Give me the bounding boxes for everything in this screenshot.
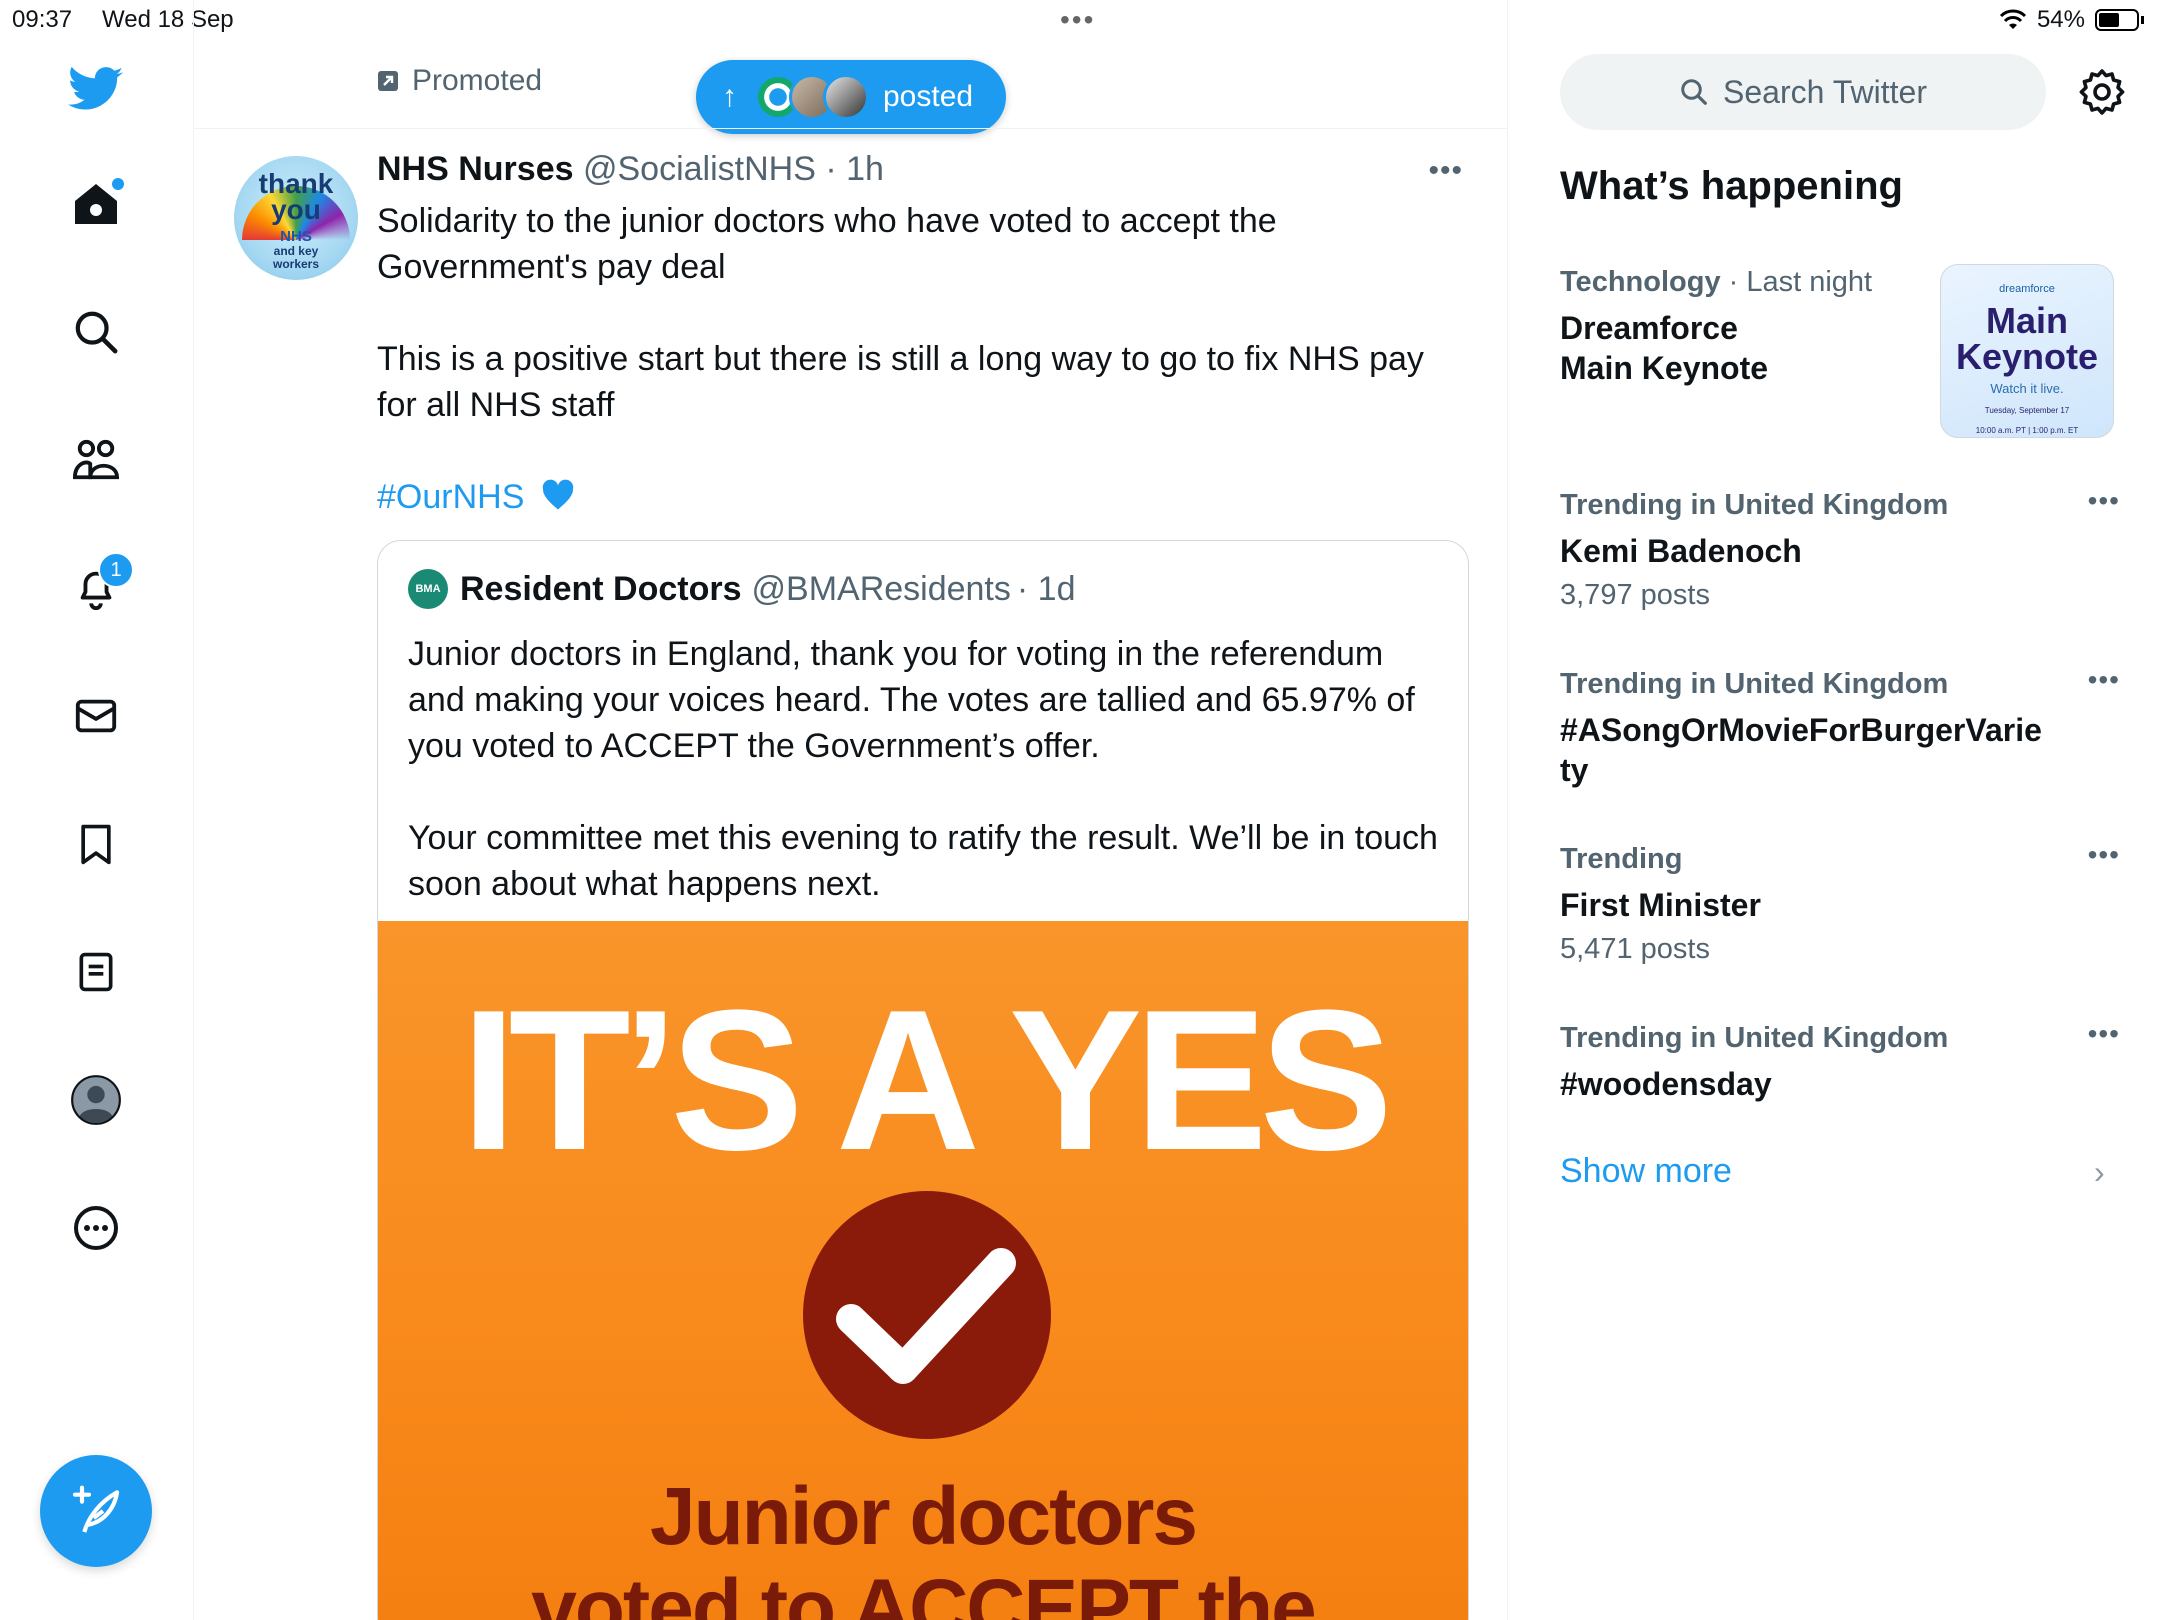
thumbnail-subtitle: Watch it live. <box>1990 381 2064 396</box>
hashtag-link[interactable]: #OurNHS <box>377 478 524 516</box>
avatar-text: you <box>271 194 321 225</box>
blue-heart-icon <box>542 479 574 510</box>
settings-gear-icon[interactable] <box>2078 68 2126 116</box>
tweet-body: Solidarity to the junior doctors who hav… <box>377 198 1457 520</box>
trend-title: #ASongOrMovieForBurgerVarie <box>1560 712 2042 748</box>
image-subtext: Junior doctors voted to ACCEPT the <box>378 1471 1468 1620</box>
twitter-logo-icon[interactable] <box>56 50 136 130</box>
quoted-author-handle: @BMAResidents <box>751 569 1011 608</box>
image-headline: IT’S A YES <box>460 969 1393 1192</box>
search-icon <box>75 311 118 354</box>
tweet-paragraph: This is a positive start but there is st… <box>377 340 1424 424</box>
nav-lists[interactable] <box>56 932 136 1012</box>
quoted-author-avatar: BMA <box>408 569 448 609</box>
lists-icon <box>79 952 113 992</box>
quoted-author-name: Resident Doctors <box>460 569 742 608</box>
home-unread-dot <box>112 178 124 190</box>
checkmark-icon <box>803 1191 1051 1439</box>
trend-item[interactable]: Trending First Minister 5,471 posts ••• <box>1560 839 2120 969</box>
thumbnail-date: Tuesday, September 17 <box>1984 406 2070 415</box>
thumbnail-brand: dreamforce <box>1999 283 2055 295</box>
trend-post-count: 5,471 posts <box>1560 933 1710 965</box>
tweet-author-name[interactable]: NHS Nurses <box>377 150 574 188</box>
avatar-text: workers <box>272 257 320 271</box>
tweet-time[interactable]: · 1h <box>825 150 884 188</box>
tweet-author-handle[interactable]: @SocialistNHS <box>583 150 816 188</box>
trend-time: · Last night <box>1720 266 1873 298</box>
notifications-badge: 1 <box>98 552 134 588</box>
nav-more[interactable] <box>56 1188 136 1268</box>
quoted-tweet-time: · 1d <box>1016 569 1076 608</box>
search-placeholder: Search Twitter <box>1723 73 1927 110</box>
trend-more-icon[interactable]: ••• <box>2088 485 2120 517</box>
trend-post-count: 3,797 posts <box>1560 579 1710 611</box>
compose-tweet-button[interactable] <box>40 1455 152 1567</box>
trend-category: Trending in United Kingdom <box>1560 1022 1949 1054</box>
tweet-hashtag-line: #OurNHS <box>377 474 1457 520</box>
promoted-text: Promoted <box>412 64 543 97</box>
new-posts-pill[interactable]: ↑ posted <box>696 60 1006 134</box>
trend-title: #woodensday <box>1560 1066 1772 1102</box>
nav-bookmarks[interactable] <box>56 804 136 884</box>
thumbnail-title: Keynote <box>1955 336 2099 377</box>
quoted-paragraph: Your committee met this evening to ratif… <box>408 819 1438 903</box>
search-icon <box>1681 79 1707 105</box>
tweet-more-icon[interactable]: ••• <box>1428 154 1463 188</box>
trend-thumbnail[interactable]: dreamforce Main Keynote Watch it live. T… <box>1940 264 2114 438</box>
tweet-paragraph: Solidarity to the junior doctors who hav… <box>377 202 1277 286</box>
trend-item[interactable]: Trending in United Kingdom Kemi Badenoch… <box>1560 485 2120 615</box>
quoted-tweet-image[interactable]: IT’S A YES Junior doctors voted to ACCEP… <box>378 921 1468 1620</box>
trend-category: Trending <box>1560 843 1683 875</box>
trend-category: Trending in United Kingdom <box>1560 489 1949 521</box>
promoted-label: Promoted <box>376 64 542 98</box>
more-circle-icon <box>74 1206 118 1250</box>
trend-more-icon[interactable]: ••• <box>2088 839 2120 871</box>
trend-more-icon[interactable]: ••• <box>2088 1018 2120 1050</box>
arrow-up-icon: ↑ <box>722 80 737 113</box>
trend-title: Kemi Badenoch <box>1560 533 1802 569</box>
timeline: Promoted ↑ posted thank you NHS and key … <box>194 0 1508 1620</box>
nav-communities[interactable] <box>56 420 136 500</box>
trend-more-icon[interactable]: ••• <box>2088 664 2120 696</box>
nav-notifications[interactable]: 1 <box>56 548 136 628</box>
divider <box>194 128 1507 129</box>
tweet-author-avatar[interactable]: thank you NHS and key workers <box>234 156 358 280</box>
nav-home[interactable] <box>56 164 136 244</box>
search-input[interactable]: Search Twitter <box>1560 54 2046 130</box>
trend-category: Technology <box>1560 266 1721 298</box>
image-subtext-line: Junior doctors <box>649 1471 1198 1562</box>
quoted-tweet-header: BMA Resident Doctors @BMAResidents · 1d <box>408 569 1075 609</box>
quoted-tweet[interactable]: BMA Resident Doctors @BMAResidents · 1d … <box>377 540 1469 1620</box>
promoted-icon <box>378 71 398 91</box>
whats-happening-title: What’s happening <box>1560 164 1903 208</box>
right-sidebar: Search Twitter What’s happening Technolo… <box>1508 0 2160 1620</box>
avatar-text: NHS <box>280 228 312 245</box>
trend-item[interactable]: Trending in United Kingdom #woodensday •… <box>1560 1018 2120 1104</box>
chevron-right-icon[interactable]: › <box>2094 1154 2105 1191</box>
new-posts-label: posted <box>883 80 974 113</box>
trend-title: First Minister <box>1560 887 1761 923</box>
show-more-link[interactable]: Show more <box>1560 1152 1732 1191</box>
image-subtext-line: voted to ACCEPT the <box>531 1563 1317 1620</box>
quoted-paragraph: Junior doctors in England, thank you for… <box>408 635 1415 765</box>
communities-icon <box>72 439 120 480</box>
nav-profile[interactable] <box>56 1060 136 1140</box>
pill-avatar <box>823 74 869 120</box>
thumbnail-title: Main <box>1985 300 2068 341</box>
trend-title: ty <box>1560 752 1589 788</box>
compose-feather-icon <box>72 1485 120 1533</box>
left-navigation: 1 <box>0 0 194 1620</box>
trend-item[interactable]: Trending in United Kingdom #ASongOrMovie… <box>1560 664 2120 790</box>
profile-avatar-icon <box>71 1075 121 1125</box>
pill-avatars <box>755 74 869 120</box>
nav-messages[interactable] <box>56 676 136 756</box>
trend-category: Trending in United Kingdom <box>1560 668 1949 700</box>
bookmark-icon <box>81 824 111 865</box>
quoted-tweet-body: Junior doctors in England, thank you for… <box>408 631 1448 907</box>
avatar-text: and key <box>273 244 319 258</box>
envelope-icon <box>75 699 117 733</box>
tweet-header: NHS Nurses @SocialistNHS · 1h <box>377 150 884 189</box>
thumbnail-date: 10:00 a.m. PT | 1:00 p.m. ET <box>1975 426 2079 435</box>
nav-explore[interactable] <box>56 292 136 372</box>
